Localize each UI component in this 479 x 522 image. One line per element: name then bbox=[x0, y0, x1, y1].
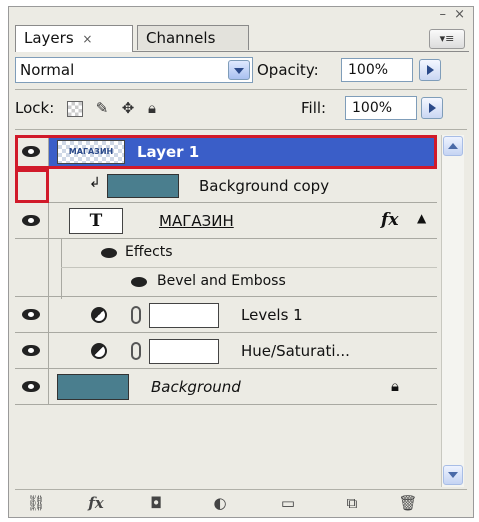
layer-scrollbar[interactable] bbox=[441, 135, 464, 487]
scroll-down-icon[interactable] bbox=[443, 465, 463, 485]
trash-icon[interactable]: 🗑︎ bbox=[397, 493, 419, 513]
layer-name: Levels 1 bbox=[241, 306, 303, 324]
text-layer-thumbnail: T bbox=[69, 208, 123, 234]
divider bbox=[15, 129, 467, 130]
clip-arrow-icon: ↲ bbox=[89, 175, 101, 191]
scroll-up-icon[interactable] bbox=[443, 136, 463, 156]
blend-mode-value: Normal bbox=[20, 61, 75, 79]
fx-icon[interactable]: fx bbox=[85, 493, 107, 513]
eye-icon bbox=[22, 380, 40, 392]
layer-row-background[interactable]: Background 🔒︎ bbox=[15, 369, 437, 405]
effect-name: Bevel and Emboss bbox=[157, 273, 286, 289]
opacity-value: 100% bbox=[348, 62, 389, 78]
new-layer-icon[interactable]: ⧉ bbox=[341, 493, 363, 513]
lock-icon: 🔒︎ bbox=[391, 377, 399, 395]
panel-footer: ⛓ fx ◘ ◐ ▭ ⧉ 🗑︎ bbox=[15, 493, 467, 515]
adjustment-icon[interactable]: ◐ bbox=[209, 493, 231, 513]
eye-icon[interactable] bbox=[131, 277, 147, 287]
layer-row-hue-saturation[interactable]: Hue/Saturati... bbox=[15, 333, 437, 369]
bevel-emboss-row[interactable]: Bevel and Emboss bbox=[15, 267, 437, 297]
layer-row-background-copy[interactable]: ↲ Background copy bbox=[15, 169, 437, 203]
collapse-effects-icon[interactable]: ▲ bbox=[417, 211, 426, 225]
layer-name: Background bbox=[151, 378, 241, 396]
visibility-toggle[interactable] bbox=[15, 203, 49, 238]
eye-icon bbox=[22, 308, 40, 320]
chevron-down-icon[interactable] bbox=[228, 60, 250, 80]
fx-icon[interactable]: fx bbox=[381, 210, 398, 230]
link-icon[interactable] bbox=[131, 342, 141, 360]
opacity-slider-button[interactable] bbox=[419, 59, 441, 81]
effects-row[interactable]: Effects bbox=[15, 239, 437, 299]
layer-name: Background copy bbox=[199, 177, 330, 195]
visibility-toggle[interactable] bbox=[15, 369, 49, 404]
fill-field[interactable]: 100% bbox=[345, 96, 417, 120]
visibility-toggle[interactable] bbox=[15, 333, 49, 368]
effects-label: Effects bbox=[125, 244, 173, 260]
visibility-highlight bbox=[15, 169, 49, 203]
layer-row-text[interactable]: T МАГАЗИН fx ▲ bbox=[15, 203, 437, 239]
fill-slider-button[interactable] bbox=[421, 97, 443, 119]
link-icon[interactable] bbox=[131, 306, 141, 324]
effect-separator bbox=[61, 267, 437, 268]
adjustment-icon bbox=[91, 307, 107, 323]
divider bbox=[15, 89, 467, 90]
layer-row-levels-1[interactable]: Levels 1 bbox=[15, 297, 437, 333]
fill-label: Fill: bbox=[301, 99, 327, 117]
opacity-label: Opacity: bbox=[257, 61, 319, 79]
type-icon: T bbox=[89, 211, 103, 231]
lock-label: Lock: bbox=[15, 99, 55, 117]
effects-spacer bbox=[15, 267, 49, 296]
eye-icon bbox=[22, 214, 40, 226]
layer-mask-thumbnail bbox=[149, 339, 219, 364]
mask-icon[interactable]: ◘ bbox=[145, 493, 167, 513]
close-icon[interactable]: × bbox=[82, 32, 92, 46]
link-icon[interactable]: ⛓ bbox=[25, 493, 47, 513]
visibility-toggle[interactable] bbox=[15, 297, 49, 332]
opacity-field[interactable]: 100% bbox=[341, 58, 413, 82]
layers-panel: – × Layers × Channels ▾≡ Normal Opacity:… bbox=[8, 6, 474, 518]
lock-all-icon[interactable]: 🔒︎ bbox=[143, 99, 161, 117]
layer-thumbnail bbox=[107, 174, 179, 198]
adjustment-icon bbox=[91, 343, 107, 359]
layer-thumbnail bbox=[57, 374, 129, 400]
panel-menu-icon[interactable]: ▾≡ bbox=[429, 29, 465, 49]
lock-transparent-icon[interactable] bbox=[67, 101, 83, 117]
tab-layers-label: Layers bbox=[24, 29, 74, 47]
tab-layers[interactable]: Layers × bbox=[15, 25, 133, 52]
blend-mode-select[interactable]: Normal bbox=[15, 57, 253, 83]
selection-highlight bbox=[15, 135, 437, 169]
panel-tabs: Layers × Channels ▾≡ bbox=[15, 25, 469, 52]
effects-spacer bbox=[15, 239, 49, 267]
eye-icon[interactable] bbox=[101, 248, 117, 258]
fill-value: 100% bbox=[352, 100, 393, 116]
tab-channels[interactable]: Channels bbox=[137, 25, 249, 50]
layer-name: Hue/Saturati... bbox=[241, 342, 350, 360]
eye-icon bbox=[22, 344, 40, 356]
layer-list: МАГАЗИН Layer 1 ↲ Background copy T МАГА… bbox=[15, 135, 437, 465]
divider bbox=[15, 489, 467, 490]
folder-icon[interactable]: ▭ bbox=[277, 493, 299, 513]
layer-name: МАГАЗИН bbox=[159, 212, 234, 230]
lock-brush-icon[interactable]: ✎ bbox=[93, 99, 111, 117]
tab-channels-label: Channels bbox=[146, 29, 216, 47]
layer-mask-thumbnail bbox=[149, 303, 219, 328]
window-controls[interactable]: – × bbox=[439, 7, 467, 22]
lock-move-icon[interactable]: ✥ bbox=[119, 99, 137, 117]
